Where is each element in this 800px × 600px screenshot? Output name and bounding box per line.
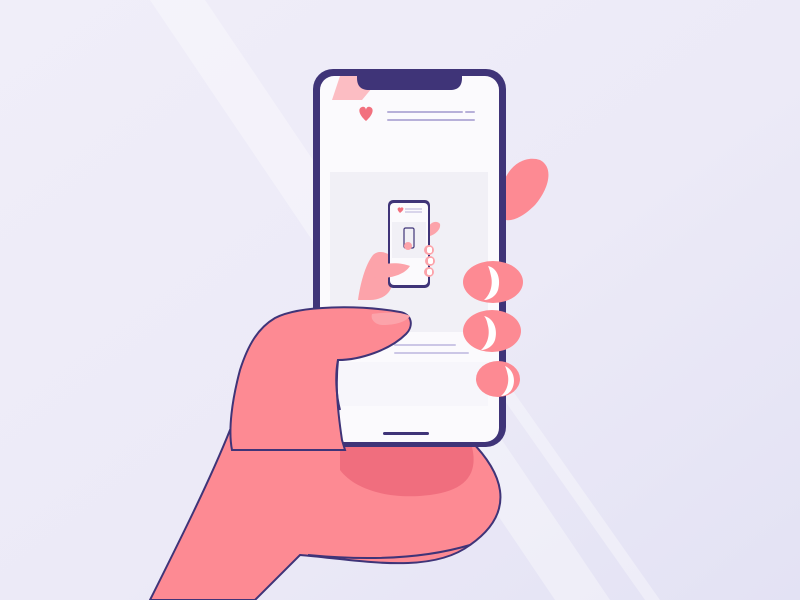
mini-nail xyxy=(427,269,432,275)
illustration-canvas xyxy=(0,0,800,600)
mini-inner-hand xyxy=(404,242,412,250)
home-indicator xyxy=(383,432,429,435)
phone-notch xyxy=(357,76,462,90)
illustration-scene xyxy=(0,0,800,600)
mini-nail xyxy=(428,258,433,264)
screen-lower-panel xyxy=(330,362,488,406)
mini-nail xyxy=(427,247,432,253)
